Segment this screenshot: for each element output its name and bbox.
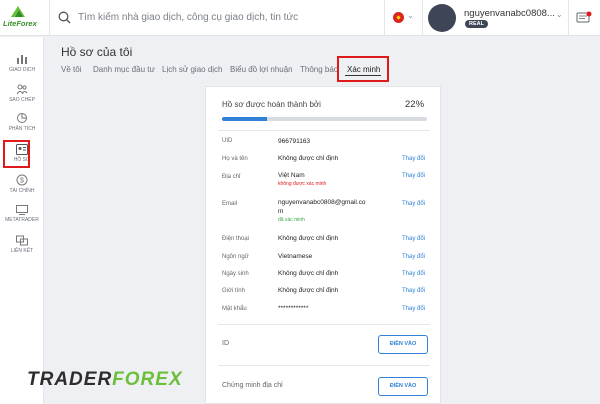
logo-text: LiteForex: [3, 19, 37, 28]
tab-notifications[interactable]: Thông báo: [300, 65, 338, 74]
dollar-icon: $: [16, 174, 28, 186]
email-label: Email: [222, 201, 238, 207]
email-value-wrap: m: [278, 208, 284, 215]
completion-progress-bar: [222, 117, 427, 121]
account-type-badge: REAL: [465, 20, 488, 28]
username[interactable]: nguyenvanabc0808...: [464, 8, 555, 19]
change-language-link[interactable]: Thay đổi: [402, 254, 425, 260]
sidebar-item-copy[interactable]: SAO CHÉP: [0, 83, 44, 103]
brand-logo[interactable]: LiteForex: [3, 6, 47, 32]
change-gender-link[interactable]: Thay đổi: [402, 288, 425, 294]
email-value: nguyenvanabc0808@gmail.co: [278, 199, 366, 206]
birthdate-label: Ngày sinh: [222, 271, 249, 277]
svg-text:$: $: [20, 178, 24, 185]
traderforex-watermark: TRADERFOREX: [27, 369, 183, 390]
address-proof-label: Chứng minh địa chỉ: [222, 382, 283, 389]
search-input[interactable]: Tìm kiếm nhà giao dịch, công cụ giao dịc…: [78, 12, 298, 23]
phone-label: Điện thoại: [222, 236, 250, 242]
page-title: Hồ sơ của tôi: [61, 45, 133, 59]
verification-highlight-box: [337, 56, 389, 82]
id-verification-label: ID: [222, 340, 229, 347]
password-label: Mật khẩu: [222, 306, 247, 312]
password-value: ************: [278, 305, 309, 312]
change-email-link[interactable]: Thay đổi: [402, 201, 425, 207]
chevron-down-icon[interactable]: ⌄: [407, 11, 414, 20]
change-address-link[interactable]: Thay đổi: [402, 173, 425, 179]
full-name-value: Không được chỉ định: [278, 155, 339, 162]
chevron-down-icon[interactable]: ⌄: [556, 10, 563, 19]
address-value: Việt Nam: [278, 172, 305, 179]
vietnam-flag-icon[interactable]: [393, 12, 404, 23]
birthdate-value: Không được chỉ định: [278, 270, 339, 277]
completion-percent: 22%: [405, 99, 425, 110]
analytics-icon: [17, 113, 27, 123]
email-status: đã xác minh: [278, 217, 305, 223]
copy-icon: [16, 84, 28, 95]
message-icon[interactable]: [576, 11, 592, 25]
avatar[interactable]: [428, 4, 456, 32]
metatrader-icon: [16, 205, 28, 215]
tab-trade-history[interactable]: Lịch sử giao dịch: [162, 65, 223, 74]
fill-id-button[interactable]: ĐIỀN VÀO: [378, 335, 428, 354]
sidebar: GIAO DỊCH SAO CHÉP PHÂN TÍCH HỒ SƠ $ TÀI…: [0, 37, 44, 404]
change-password-link[interactable]: Thay đổi: [402, 306, 425, 312]
language-value: Vietnamese: [278, 253, 313, 260]
sidebar-item-metatrader[interactable]: METATRADER: [0, 205, 44, 223]
profile-highlight-box: [3, 140, 30, 168]
top-bar: LiteForex Tìm kiếm nhà giao dịch, công c…: [0, 0, 600, 36]
link-icon: [16, 235, 28, 246]
search-icon[interactable]: [58, 11, 71, 24]
gender-label: Giới tính: [222, 288, 245, 294]
sidebar-item-finance[interactable]: $ TÀI CHÍNH: [0, 174, 44, 194]
uid-value: 966791163: [278, 138, 311, 145]
change-phone-link[interactable]: Thay đổi: [402, 236, 425, 242]
change-birthdate-link[interactable]: Thay đổi: [402, 271, 425, 277]
language-label: Ngôn ngữ: [222, 254, 249, 260]
gender-value: Không được chỉ định: [278, 287, 339, 294]
sidebar-item-analytics[interactable]: PHÂN TÍCH: [0, 112, 44, 132]
sidebar-item-link[interactable]: LIÊN KẾT: [0, 235, 44, 254]
completion-progress-fill: [222, 117, 268, 121]
address-label: Địa chỉ: [222, 174, 241, 180]
completion-label: Hồ sơ được hoàn thành bởi: [222, 100, 321, 109]
change-name-link[interactable]: Thay đổi: [402, 156, 425, 162]
tab-about[interactable]: Về tôi: [61, 65, 81, 74]
tab-portfolio[interactable]: Danh mục đầu tư: [93, 65, 155, 74]
phone-value: Không được chỉ định: [278, 235, 339, 242]
uid-label: UID: [222, 138, 233, 144]
sidebar-item-trading[interactable]: GIAO DỊCH: [0, 53, 44, 73]
trading-icon: [17, 55, 27, 64]
profile-card: Hồ sơ được hoàn thành bởi 22% UID 966791…: [205, 86, 441, 404]
tab-profit-chart[interactable]: Biểu đồ lợi nhuận: [230, 65, 293, 74]
address-status: không được xác minh: [278, 181, 327, 187]
fill-address-proof-button[interactable]: ĐIỀN VÀO: [378, 377, 428, 396]
full-name-label: Họ và tên: [222, 156, 248, 162]
